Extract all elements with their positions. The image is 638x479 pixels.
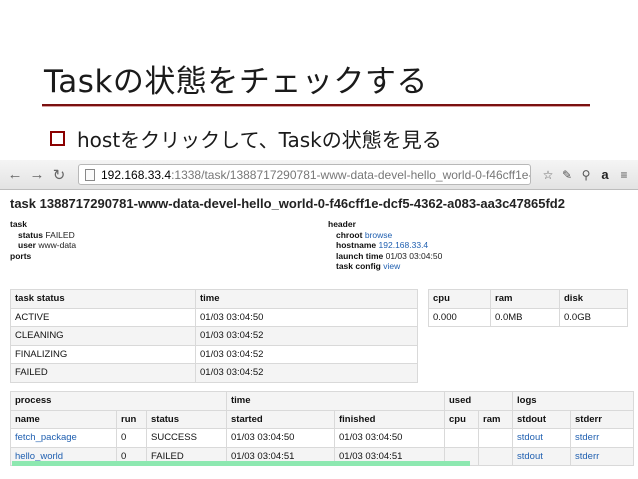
table-cell: 0.0GB [559,307,628,327]
user-value: www-data [38,240,77,250]
forward-arrow-icon[interactable]: → [28,166,46,184]
table-cell: 01/03 03:04:50 [334,428,445,448]
task-info-left: task status FAILED user www-data ports [10,219,76,261]
stdout-link[interactable]: stdout [512,428,571,448]
stderr-link[interactable]: stderr [570,428,634,448]
task-label: task [10,219,28,229]
column-header: run [116,409,147,429]
stdout-link[interactable]: stdout [512,446,571,466]
url-host: 192.168.33.4 [101,167,172,182]
browser-screenshot: ← → ↻ 192.168.33.4:1338/task/13887172907… [0,160,638,479]
column-header: task status [10,289,196,309]
address-bar[interactable]: 192.168.33.4:1338/task/1388717290781-www… [78,164,531,185]
chroot-browse-link[interactable]: browse [365,230,392,240]
resource-table: cpu ram disk 0.000 0.0MB 0.0GB [427,289,628,327]
status-key: status [18,229,44,240]
page-content: task 1388717290781-www-data-devel-hello_… [0,190,638,303]
bullet-text: hostをクリックして、Taskの状態を見る [77,128,442,152]
group-header: logs [512,391,634,411]
table-row: FAILED 01/03 03:04:52 [10,363,418,383]
table-row: FINALIZING 01/03 03:04:52 [10,344,418,364]
table-cell [478,428,513,448]
task-heading: task 1388717290781-www-data-devel-hello_… [10,196,565,211]
launch-time-line: launch time 01/03 03:04:50 [328,251,442,262]
amazon-icon[interactable]: a [597,167,613,183]
column-header: time [195,289,418,309]
star-icon[interactable]: ☆ [540,167,556,183]
launch-time-value: 01/03 03:04:50 [385,250,443,261]
table-cell: 0.000 [427,307,492,327]
stderr-link[interactable]: stderr [570,446,634,466]
table-cell: 01/03 03:04:52 [195,326,418,346]
process-name-link[interactable]: fetch_package [10,428,117,448]
column-header: ram [478,409,513,429]
table-cell: SUCCESS [146,428,227,448]
hostname-line: hostname 192.168.33.4 [328,240,442,251]
title-divider-shadow [42,106,590,107]
column-header: name [10,409,117,429]
table-cell: 01/03 03:04:52 [195,344,418,364]
header-info: header chroot browse hostname 192.168.33… [328,219,442,272]
task-config-key: task config [336,261,381,271]
hostname-link[interactable]: 192.168.33.4 [379,240,429,250]
group-header: used [444,391,513,411]
table-cell [444,428,479,448]
table-cell: CLEANING [10,326,196,346]
row-highlight-marker [12,461,470,466]
browser-toolbar: ← → ↻ 192.168.33.4:1338/task/13887172907… [0,160,638,190]
back-arrow-icon[interactable]: ← [6,166,24,184]
table-cell: 01/03 03:04:52 [195,363,418,383]
column-header: cpu [427,289,492,309]
ports-label: ports [10,250,32,261]
group-header: process [10,391,227,411]
header-label: header [328,219,356,229]
url-path: :1338/task/1388717290781-www-data-devel-… [171,167,530,182]
bullet-square-icon [50,131,65,146]
group-header: time [226,391,445,411]
table-cell: 0 [116,428,147,448]
table-row: fetch_package 0 SUCCESS 01/03 03:04:50 0… [10,428,634,448]
user-key: user [18,240,36,250]
table-cell: ACTIVE [10,307,196,327]
table-cell: 0.0MB [490,307,560,327]
column-header: stderr [570,409,634,429]
document-icon [85,168,95,181]
table-row: CLEANING 01/03 03:04:52 [10,326,418,346]
column-header: status [146,409,227,429]
task-config-view-link[interactable]: view [383,261,400,271]
table-cell: 01/03 03:04:50 [226,428,335,448]
status-value: FAILED [45,229,75,240]
column-header: ram [490,289,560,309]
task-user-line: user www-data [10,240,76,251]
table-cell: FINALIZING [10,344,196,364]
table-cell [478,446,513,466]
column-header: cpu [444,409,479,429]
process-table: process time used logs name run status s… [10,391,634,466]
column-header: disk [559,289,628,309]
pin-icon[interactable]: ⚲ [578,167,594,183]
hostname-key: hostname [336,240,377,250]
bullet-item: hostをクリックして、Taskの状態を見る [50,124,442,153]
wrench-icon[interactable]: ✎ [559,167,575,183]
column-header: finished [334,409,445,429]
table-cell: FAILED [10,363,196,383]
table-cell: 01/03 03:04:50 [195,307,418,327]
table-row: 0.000 0.0MB 0.0GB [427,307,628,327]
slide-title: Taskの状態をチェックする [44,64,428,100]
task-info: task status FAILED user www-data ports h… [10,219,628,297]
table-row: ACTIVE 01/03 03:04:50 [10,307,418,327]
menu-icon[interactable]: ≡ [616,167,632,183]
task-status-line: status FAILED [10,230,76,241]
column-header: started [226,409,335,429]
column-header: stdout [512,409,571,429]
launch-time-key: launch time [336,250,384,261]
task-config-line: task config view [328,261,442,272]
chroot-line: chroot browse [328,230,442,241]
chroot-key: chroot [336,229,363,240]
task-status-table: task status time ACTIVE 01/03 03:04:50 C… [10,289,418,383]
reload-icon[interactable]: ↻ [50,166,68,184]
